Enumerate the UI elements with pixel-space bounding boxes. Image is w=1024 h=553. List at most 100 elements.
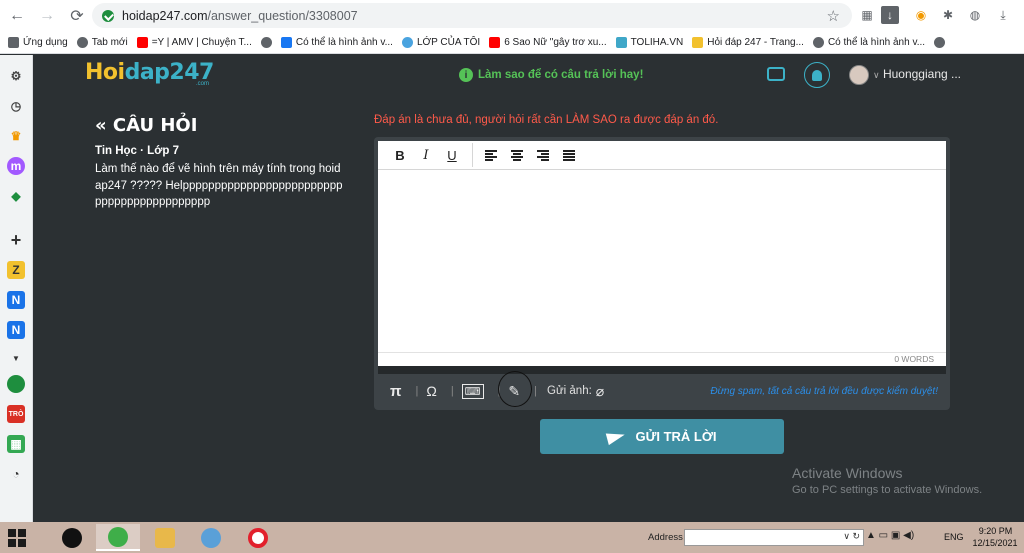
url-path: /answer_question/3308007: [207, 8, 358, 23]
justify-button[interactable]: [557, 143, 581, 167]
word-count: 0 WORDS: [378, 352, 946, 366]
username[interactable]: ∨ Huonggiang ...: [873, 67, 961, 81]
color-picker-icon[interactable]: ◉: [912, 6, 930, 24]
avatar[interactable]: [849, 65, 869, 85]
back-arrow-icon[interactable]: ←: [4, 3, 30, 29]
cloud-icon: [401, 36, 413, 48]
main-content: « CÂU HỎI Tin Học · Lớp 7 Làm thế nào để…: [33, 95, 1024, 522]
activate-windows-subtitle: Go to PC settings to activate Windows.: [792, 484, 983, 496]
taskbar-app-opera[interactable]: [236, 524, 280, 551]
bookmark-item[interactable]: LỚP CỦA TÔI: [401, 36, 480, 48]
download-icon[interactable]: ↓: [881, 6, 899, 24]
italic-button[interactable]: I: [414, 143, 438, 167]
windows-start-icon[interactable]: [8, 529, 26, 547]
clock-time[interactable]: 9:20 PM: [973, 526, 1018, 536]
align-right-button[interactable]: [531, 143, 555, 167]
align-left-button[interactable]: [479, 143, 503, 167]
answer-textarea[interactable]: [378, 170, 946, 352]
chevron-down-icon[interactable]: ▼: [7, 349, 25, 367]
globe-icon: [934, 36, 946, 48]
bookmark-item[interactable]: Tab mới: [76, 36, 128, 48]
bookmark-item[interactable]: Ứng dụng: [8, 36, 68, 48]
bookmark-star-icon[interactable]: ☆: [827, 7, 840, 25]
reload-icon[interactable]: ⟳: [64, 3, 90, 29]
globe-icon: [812, 36, 824, 48]
chat-icon[interactable]: [767, 67, 785, 81]
submit-label: GỬI TRẢ LỜI: [635, 429, 717, 444]
bookmark-item[interactable]: TOLIHA.VN: [615, 36, 684, 48]
divider: |: [450, 385, 454, 397]
screen: ← → ⟳ hoidap247.com/answer_question/3308…: [0, 0, 1024, 553]
editor-toolbar: B I U: [378, 141, 946, 170]
taskbar-app-explorer[interactable]: [143, 524, 187, 551]
downloads-icon[interactable]: ⤓: [994, 6, 1012, 24]
forward-arrow-icon[interactable]: →: [34, 3, 60, 29]
site-logo[interactable]: Hoidap247: [85, 60, 214, 85]
taskbar-app-paint[interactable]: [189, 524, 233, 551]
add-icon[interactable]: +: [7, 230, 25, 250]
address-bar[interactable]: hoidap247.com/answer_question/3308007 ☆: [92, 3, 852, 28]
bookmark-item[interactable]: Có thể là hình ảnh v...: [812, 36, 925, 48]
messenger-icon[interactable]: m: [7, 157, 25, 175]
globe-icon: [76, 36, 88, 48]
profile-icon[interactable]: ◍: [966, 6, 984, 24]
address-label: Address: [648, 532, 683, 543]
bookmark-item[interactable]: [260, 36, 272, 48]
notification-bell-icon[interactable]: [804, 62, 830, 88]
language-indicator[interactable]: ENG: [944, 532, 964, 542]
draw-icon[interactable]: ✎: [498, 370, 533, 407]
bold-button[interactable]: B: [388, 143, 412, 167]
secure-lock-icon: [102, 9, 114, 22]
question-meta: Tin Học · Lớp 7: [95, 145, 179, 157]
bookmark-label: Ứng dụng: [23, 36, 68, 48]
gamepad-icon[interactable]: ◆: [7, 187, 25, 205]
folder-icon: [155, 527, 175, 548]
zalo-z-icon[interactable]: Z: [7, 261, 25, 279]
url-host: hoidap247.com: [122, 8, 208, 23]
paperclip-icon[interactable]: ⌀: [596, 383, 604, 400]
bookmark-item[interactable]: Có thể là hình ảnh v...: [280, 36, 393, 48]
xmas-icon[interactable]: TRÒ: [7, 405, 25, 423]
align-center-button[interactable]: [505, 143, 529, 167]
opera-icon: [248, 527, 268, 548]
extensions-puzzle-icon[interactable]: ✱: [939, 6, 957, 24]
clock-date[interactable]: 12/15/2021: [970, 538, 1020, 548]
bookmark-item[interactable]: 6 Sao Nữ "gây trơ xu...: [489, 36, 607, 48]
tip-link[interactable]: i Làm sao để có câu trả lời hay!: [459, 68, 643, 82]
crown-icon[interactable]: ♛: [7, 127, 25, 145]
soccer-icon[interactable]: [7, 375, 25, 393]
keyboard-icon[interactable]: ⌨: [461, 383, 484, 399]
info-icon: i: [459, 68, 473, 82]
history-icon[interactable]: ◷: [7, 97, 25, 115]
logo-subtext: .com: [196, 81, 210, 87]
divider: |: [415, 385, 419, 397]
math-pi-icon[interactable]: π: [390, 383, 401, 400]
bell-icon[interactable]: ◔: [7, 465, 25, 483]
site-header: Hoidap247 .com i Làm sao để có câu trả l…: [33, 55, 1024, 95]
send-plane-icon: [606, 428, 627, 445]
username-text: Huonggiang ...: [882, 67, 961, 81]
browser-toolbar: ← → ⟳ hoidap247.com/answer_question/3308…: [0, 0, 1024, 31]
bookmark-item[interactable]: [934, 36, 946, 48]
hoidap-icon: [692, 36, 704, 48]
address-input[interactable]: ∨ ↻: [684, 529, 864, 546]
bookmark-item[interactable]: =Y | AMV | Chuyện T...: [136, 36, 252, 48]
omega-symbol-icon[interactable]: Ω: [426, 383, 436, 399]
sheets-icon[interactable]: ▦: [7, 435, 25, 453]
bookmark-label: TOLIHA.VN: [630, 36, 684, 48]
notion-n-icon[interactable]: N: [7, 291, 25, 309]
chevron-down-icon[interactable]: ∨ ↻: [843, 531, 860, 542]
editor-bottom-toolbar: π | Ω | ⌨ | ✎ | Gửi ảnh: ⌀ Đừng spam, tấ…: [378, 370, 946, 408]
logo-part1: Hoi: [85, 60, 125, 85]
taskbar-app-tiktok[interactable]: [50, 524, 94, 551]
bookmark-item[interactable]: Hỏi đáp 247 - Trang...: [692, 36, 804, 48]
taskbar-app-chrome[interactable]: [96, 524, 140, 551]
question-heading[interactable]: « CÂU HỎI: [95, 115, 197, 136]
bookmark-label: Hỏi đáp 247 - Trang...: [707, 36, 804, 48]
gear-icon[interactable]: ⚙: [7, 67, 25, 85]
notion-n-icon[interactable]: N: [7, 321, 25, 339]
underline-button[interactable]: U: [440, 143, 464, 167]
system-tray[interactable]: ▲ ▭ ▣ ◀): [866, 530, 914, 541]
submit-answer-button[interactable]: GỬI TRẢ LỜI: [540, 419, 784, 454]
extension-icon[interactable]: ▦: [858, 6, 876, 24]
